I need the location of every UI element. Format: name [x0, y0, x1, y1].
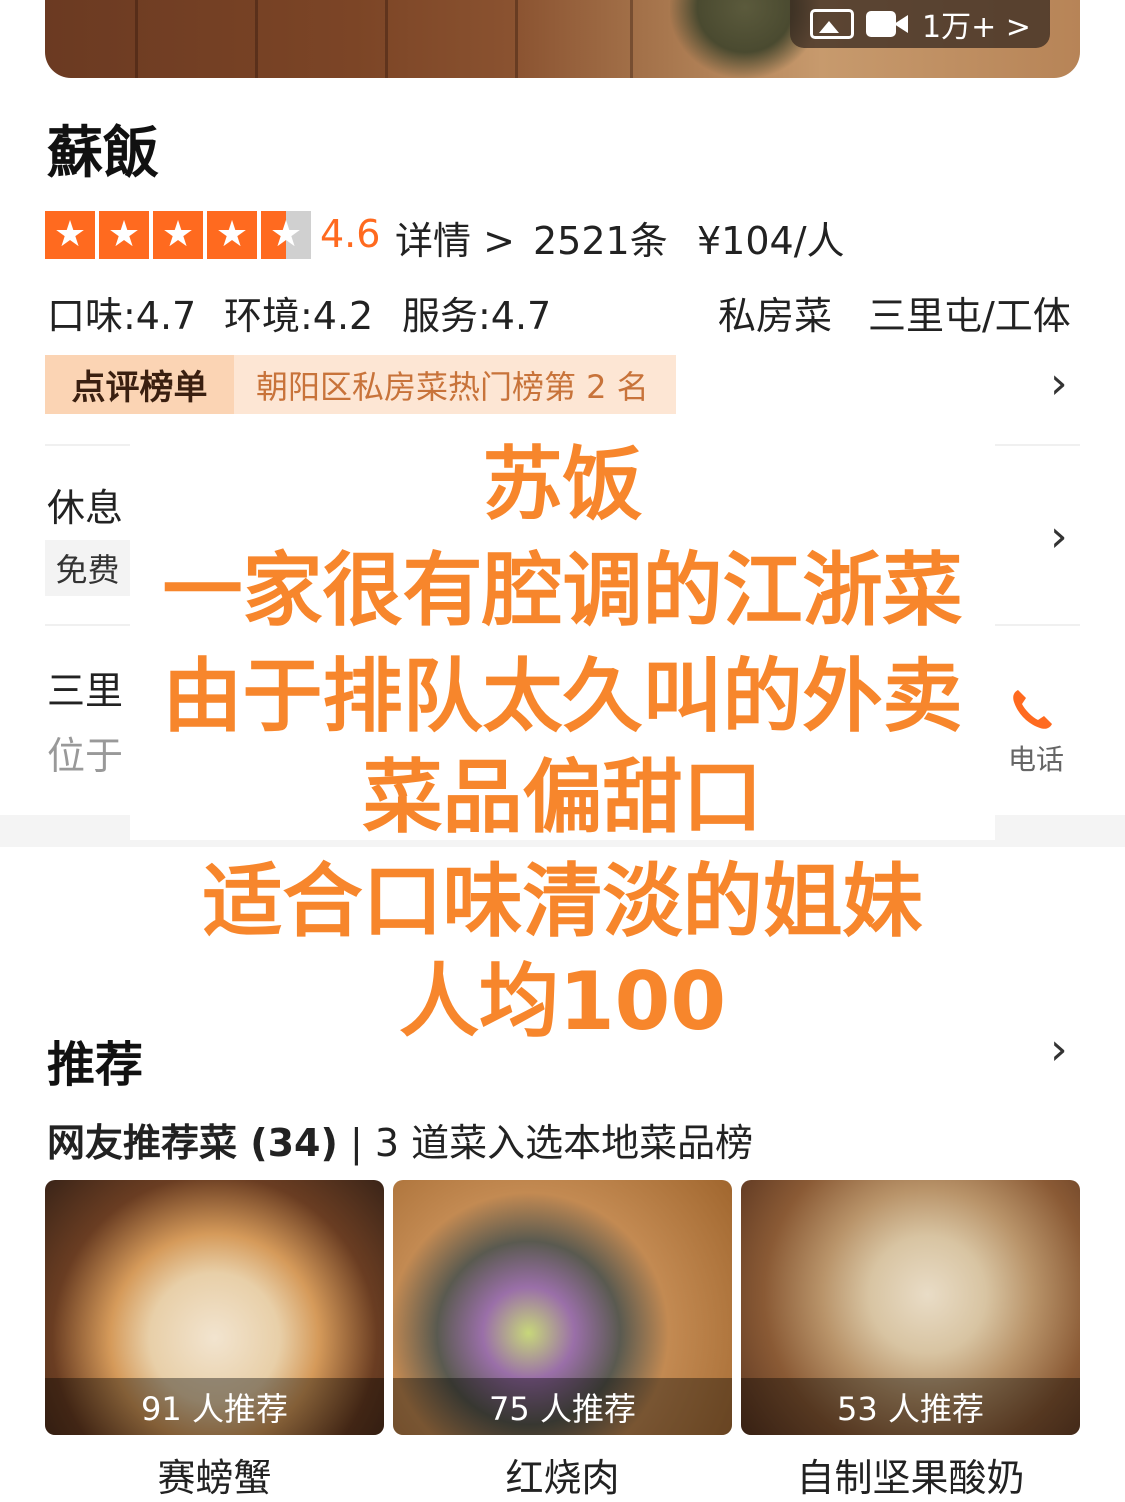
media-count: 1万+ >	[922, 10, 1031, 45]
recommend-count: 网友推荐菜 (34)	[47, 1121, 338, 1165]
environment-score: 环境:4.2	[224, 294, 374, 338]
photo-icon	[810, 9, 854, 39]
dish-card[interactable]: 75 人推荐	[393, 1180, 732, 1435]
recommend-subtitle: 网友推荐菜 (34) | 3 道菜入选本地菜品榜	[47, 1112, 753, 1167]
service-score: 服务:4.7	[402, 294, 552, 338]
review-count[interactable]: 2521条	[533, 210, 668, 265]
dish-recommend-count: 53 人推荐	[741, 1378, 1080, 1435]
average-price: ¥104/人	[697, 219, 845, 263]
category-label[interactable]: 私房菜	[718, 285, 832, 340]
star-icon: ★	[207, 211, 257, 259]
dish-recommend-count: 91 人推荐	[45, 1378, 384, 1435]
shop-name: 蘇飯	[47, 120, 159, 186]
dish-card[interactable]: 53 人推荐	[741, 1180, 1080, 1435]
ranking-banner[interactable]: 点评榜单 朝阳区私房菜热门榜第 2 名	[45, 355, 676, 414]
dish-recommend-count: 75 人推荐	[393, 1378, 732, 1435]
overlay-line: 人均100	[399, 955, 726, 1048]
star-icon: ★	[153, 211, 203, 259]
star-icon: ★	[99, 211, 149, 259]
district-label[interactable]: 三里屯/工体	[868, 285, 1071, 340]
dish-name[interactable]: 红烧肉	[393, 1447, 732, 1502]
chevron-right-icon[interactable]: ›	[1050, 362, 1068, 406]
dish-card[interactable]: 91 人推荐	[45, 1180, 384, 1435]
dish-name[interactable]: 自制坚果酸奶	[741, 1447, 1080, 1502]
chevron-right-icon[interactable]: ›	[1050, 1028, 1068, 1072]
rating-detail-link[interactable]: 详情 >	[395, 210, 515, 265]
overlay-line: 菜品偏甜口	[362, 751, 763, 844]
video-icon	[866, 9, 910, 39]
star-icon: ★	[261, 211, 311, 259]
recommend-title[interactable]: 推荐	[47, 1025, 143, 1095]
ranking-text: 朝阳区私房菜热门榜第 2 名	[256, 367, 649, 406]
recommend-rank-note: | 3 道菜入选本地菜品榜	[349, 1121, 754, 1165]
ranking-tag: 点评榜单	[45, 355, 234, 414]
overlay-line: 一家很有腔调的江浙菜	[162, 544, 963, 637]
taste-score: 口味:4.7	[47, 294, 197, 338]
star-icon: ★	[45, 211, 95, 259]
overlay-line: 由于排队太久叫的外卖	[162, 650, 963, 743]
media-gallery-button[interactable]: 1万+ >	[790, 0, 1050, 48]
star-rating: ★ ★ ★ ★ ★	[45, 211, 311, 259]
overlay-line: 适合口味清淡的姐妹	[202, 855, 923, 948]
overlay-line: 苏饭	[482, 438, 643, 531]
rating-score: 4.6	[320, 212, 381, 256]
dish-name[interactable]: 赛螃蟹	[45, 1447, 384, 1502]
